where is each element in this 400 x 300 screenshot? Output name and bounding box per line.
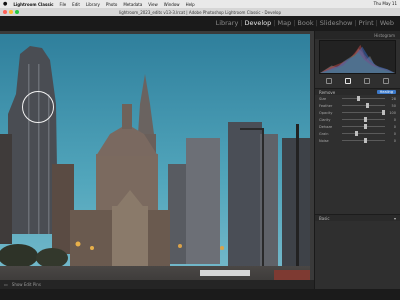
dehaze-slider[interactable] xyxy=(342,124,385,129)
loupe-view-icon[interactable]: ▭ xyxy=(4,282,8,287)
slider-knob[interactable] xyxy=(381,110,385,115)
slider-knob[interactable] xyxy=(363,124,367,129)
histogram-header[interactable]: Histogram xyxy=(315,31,400,39)
slider-value[interactable]: 50 xyxy=(388,104,396,108)
module-picker: Library | Develop | Map | Book | Slideshow | … xyxy=(0,16,400,31)
image-canvas[interactable] xyxy=(0,31,314,300)
histogram xyxy=(319,40,396,74)
window-controls xyxy=(3,10,19,14)
collapse-triangle-icon[interactable]: ▾ xyxy=(394,216,396,221)
close-window-button[interactable] xyxy=(3,10,7,14)
develop-tool-strip xyxy=(319,76,396,86)
module-library[interactable]: Library xyxy=(216,19,239,27)
menu-photo[interactable]: Photo xyxy=(106,2,117,7)
city-photo[interactable] xyxy=(0,34,310,300)
slider-row-grain[interactable]: Grain 0 xyxy=(315,130,400,137)
menu-file[interactable]: File xyxy=(59,2,66,7)
basic-section-title: Basic xyxy=(319,215,330,221)
menu-view[interactable]: View xyxy=(148,2,158,7)
window-title: lightroom_2023_edits v13-3.lrcat | Adobe… xyxy=(118,9,282,15)
slider-row-dehaze[interactable]: Dehaze 0 xyxy=(315,123,400,130)
zoom-window-button[interactable] xyxy=(15,10,19,14)
filmstrip-dock xyxy=(0,289,400,300)
slider-label: Size xyxy=(319,96,327,101)
module-develop[interactable]: Develop xyxy=(245,19,272,27)
mac-menubar: ● Lightroom Classic File Edit Library Ph… xyxy=(0,0,400,8)
bottom-toolbar: ▭ Show Edit Pins xyxy=(0,280,314,289)
slider-value[interactable]: 0 xyxy=(388,139,396,143)
slider-knob[interactable] xyxy=(354,131,358,136)
heal-tool-icon[interactable] xyxy=(344,78,351,84)
slider-knob[interactable] xyxy=(363,117,367,122)
basic-section-header[interactable]: Basic ▾ xyxy=(315,214,400,221)
slider-row-clarity[interactable]: Clarity 0 xyxy=(315,116,400,123)
lightroom-screen: ● Lightroom Classic File Edit Library Ph… xyxy=(0,0,400,300)
slider-knob[interactable] xyxy=(365,103,369,108)
slider-value[interactable]: 100 xyxy=(388,111,396,115)
grain-slider[interactable] xyxy=(342,131,385,136)
slider-row-feather[interactable]: Feather 50 xyxy=(315,102,400,109)
develop-right-panel: Histogram Remove Healing Size 28 Feather xyxy=(314,31,400,300)
noise-slider[interactable] xyxy=(342,138,385,143)
healing-mode-button[interactable]: Healing xyxy=(376,90,396,94)
mask-tool-icon[interactable] xyxy=(383,78,390,84)
menubar-clock: Thu May 11 xyxy=(373,1,397,6)
remove-section-title: Remove xyxy=(319,89,336,95)
module-book[interactable]: Book xyxy=(297,19,313,27)
spot-heal-circle[interactable] xyxy=(22,91,54,123)
menu-metadata[interactable]: Metadata xyxy=(123,2,142,7)
menu-app[interactable]: Lightroom Classic xyxy=(13,2,53,7)
menu-help[interactable]: Help xyxy=(186,2,195,7)
module-slideshow[interactable]: Slideshow xyxy=(320,19,353,27)
slider-row-size[interactable]: Size 28 xyxy=(315,95,400,102)
apple-icon[interactable]: ● xyxy=(3,1,7,7)
clarity-slider[interactable] xyxy=(342,117,385,122)
slider-knob[interactable] xyxy=(357,96,361,101)
menu-library[interactable]: Library xyxy=(86,2,100,7)
menu-edit[interactable]: Edit xyxy=(72,2,80,7)
slider-row-noise[interactable]: Noise 0 xyxy=(315,137,400,144)
slider-value[interactable]: 0 xyxy=(388,125,396,129)
slider-label: Opacity xyxy=(319,110,333,115)
slider-value[interactable]: 0 xyxy=(388,118,396,122)
slider-label: Grain xyxy=(319,131,329,136)
module-map[interactable]: Map xyxy=(277,19,291,27)
module-print[interactable]: Print xyxy=(359,19,374,27)
slider-knob[interactable] xyxy=(363,138,367,143)
slider-value[interactable]: 28 xyxy=(388,97,396,101)
size-slider[interactable] xyxy=(342,96,385,101)
redeye-tool-icon[interactable] xyxy=(364,78,371,84)
slider-label: Clarity xyxy=(319,117,331,122)
remove-section-header[interactable]: Remove Healing xyxy=(315,88,400,95)
window-titlebar: lightroom_2023_edits v13-3.lrcat | Adobe… xyxy=(0,8,400,16)
module-web[interactable]: Web xyxy=(380,19,394,27)
feather-slider[interactable] xyxy=(342,103,385,108)
show-edit-pins-label[interactable]: Show Edit Pins xyxy=(12,282,41,287)
slider-row-opacity[interactable]: Opacity 100 xyxy=(315,109,400,116)
crop-tool-icon[interactable] xyxy=(325,78,332,84)
slider-value[interactable]: 0 xyxy=(388,132,396,136)
slider-label: Dehaze xyxy=(319,124,333,129)
slider-label: Noise xyxy=(319,138,329,143)
minimize-window-button[interactable] xyxy=(9,10,13,14)
opacity-slider[interactable] xyxy=(342,110,385,115)
slider-label: Feather xyxy=(319,103,333,108)
menu-window[interactable]: Window xyxy=(164,2,180,7)
